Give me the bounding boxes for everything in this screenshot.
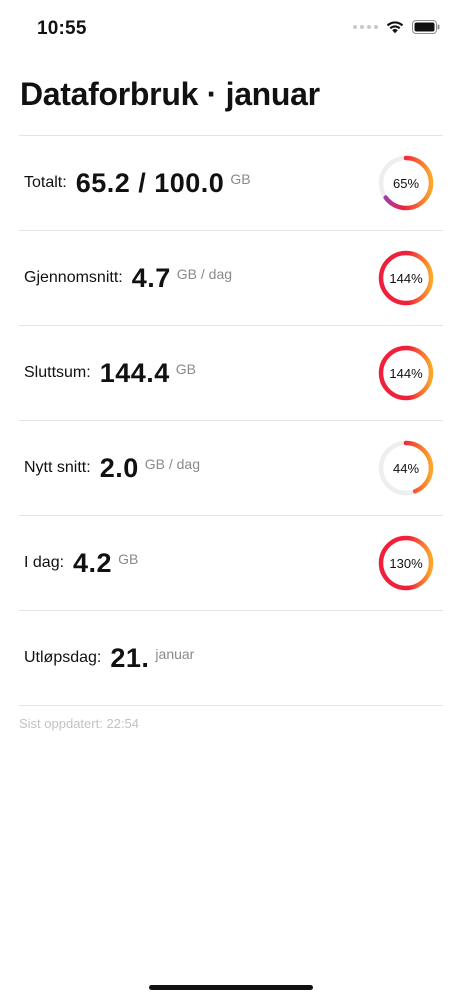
ring-percent-label: 65% <box>392 175 420 191</box>
row-nytt-snitt: Nytt snitt: 2.0 GB / dag 44% <box>19 421 443 516</box>
row-totalt: Totalt: 65.2 / 100.0 GB 65% <box>19 136 443 231</box>
row-value: 21. <box>110 642 150 673</box>
row-label: Nytt snitt: <box>24 459 91 476</box>
page-title: Dataforbruk · januar <box>20 76 320 112</box>
row-unit: GB / dag <box>176 266 233 282</box>
ring-percent-label: 130% <box>389 555 423 571</box>
battery-icon <box>412 20 440 34</box>
ring-percent-label: 144% <box>389 365 423 381</box>
progress-ring: 144% <box>377 249 435 307</box>
ring-percent-label: 44% <box>392 460 420 476</box>
row-sluttsum: Sluttsum: 144.4 GB 144% <box>19 326 443 421</box>
row-value: 144.4 <box>99 357 170 388</box>
cellular-signal-icon <box>353 25 378 29</box>
row-label: Gjennomsnitt: <box>24 269 123 286</box>
row-unit: GB <box>175 361 196 377</box>
row-unit: GB <box>118 551 139 567</box>
usage-list: Totalt: 65.2 / 100.0 GB 65% Gjennomsnitt… <box>19 135 443 706</box>
row-gjennomsnitt: Gjennomsnitt: 4.7 GB / dag 144% <box>19 231 443 326</box>
progress-ring: 130% <box>377 534 435 592</box>
status-bar: 10:55 <box>0 0 462 60</box>
home-indicator[interactable] <box>149 985 313 990</box>
status-icons <box>353 20 440 34</box>
last-updated-text: Sist oppdatert: 22:54 <box>19 716 139 731</box>
status-time: 10:55 <box>37 18 87 39</box>
progress-ring: 144% <box>377 344 435 402</box>
row-unit: GB <box>230 171 251 187</box>
row-value: 2.0 <box>99 452 139 483</box>
row-label: Totalt: <box>24 174 67 191</box>
row-i-dag: I dag: 4.2 GB 130% <box>19 516 443 611</box>
row-value: 4.2 <box>73 547 113 578</box>
row-unit: januar <box>155 646 195 662</box>
row-utlopsdag: Utløpsdag: 21. januar <box>19 611 443 706</box>
row-label: Utløpsdag: <box>24 649 102 666</box>
row-value: 4.7 <box>131 262 171 293</box>
row-label: Sluttsum: <box>24 364 91 381</box>
row-unit: GB / dag <box>144 456 200 472</box>
row-value: 65.2 / 100.0 <box>75 167 225 198</box>
progress-ring: 44% <box>377 439 435 497</box>
wifi-icon <box>386 21 404 34</box>
progress-ring: 65% <box>377 154 435 212</box>
row-label: I dag: <box>24 554 65 571</box>
ring-percent-label: 144% <box>389 270 423 286</box>
